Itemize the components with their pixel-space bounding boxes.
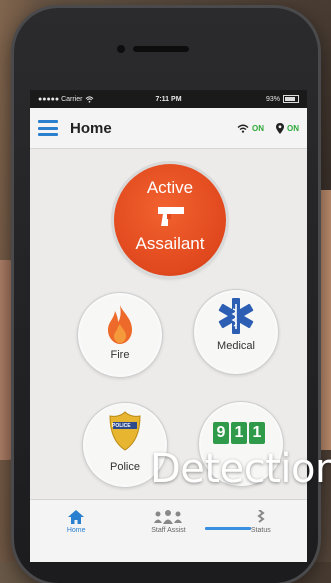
fire-button[interactable]: Fire [77,292,163,378]
wifi-status: ON [237,124,264,133]
status-bar: ●●●●● Carrier 7:11 PM 93% [30,90,307,108]
fire-label: Fire [110,349,130,361]
battery-icon [283,95,299,103]
carrier-label: ●●●●● Carrier [38,95,83,103]
flame-icon [108,305,132,344]
tab-status-label: Status [250,527,271,534]
active-assailant-button[interactable]: Active Assailant [114,164,226,276]
tab-status[interactable]: Status [215,500,307,562]
digit-1: 1 [231,422,247,444]
home-icon [68,510,85,524]
medical-button[interactable]: Medical [193,289,279,375]
location-on-label: ON [287,123,299,133]
digit-9: 9 [213,422,229,444]
people-group-icon [154,510,183,524]
tab-bar: Home Staff Assist Status [30,499,307,562]
medical-label: Medical [217,340,255,352]
earpiece-speaker [133,46,189,52]
nav-bar: Home ON ON [30,108,307,149]
tab-home[interactable]: Home [30,500,122,562]
police-badge-text: POLICE [112,423,131,429]
hamburger-menu-icon[interactable] [38,120,58,136]
overlay-underline [205,527,251,530]
active-assailant-label-bottom: Assailant [135,234,205,253]
status-icon [257,510,265,523]
page-title: Home [70,119,112,137]
tab-staff-assist[interactable]: Staff Assist [122,500,214,562]
wifi-icon [237,124,249,133]
detection-caption: Detection [150,446,331,492]
wifi-on-label: ON [252,123,264,133]
location-status: ON [276,122,299,134]
wifi-signal-icon [86,95,94,103]
front-camera [117,45,125,53]
battery-percent: 93% [265,95,280,103]
digit-1: 1 [249,422,265,444]
pistol-icon [158,207,184,226]
star-of-life-icon [218,298,254,334]
clock: 7:11 PM [155,95,182,103]
tab-home-label: Home [66,527,86,534]
tab-staff-assist-label: Staff Assist [151,527,186,534]
police-badge-icon [109,411,141,451]
active-assailant-label-top: Active [146,178,194,197]
nine-one-one-icon: 9 1 1 [213,422,265,444]
location-pin-icon [276,122,284,134]
